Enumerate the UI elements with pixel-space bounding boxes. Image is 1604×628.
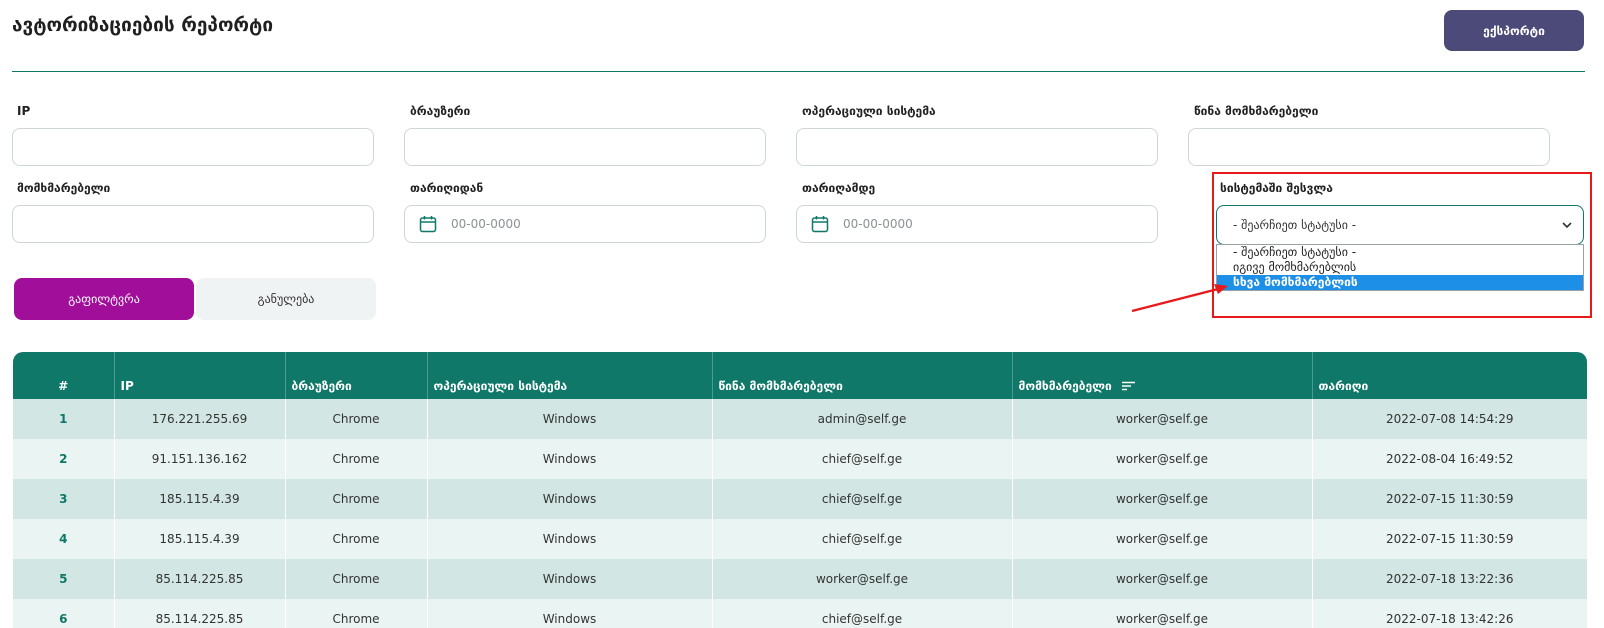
table-cell: Windows <box>426 599 712 628</box>
date-from-placeholder: 00-00-0000 <box>451 217 521 231</box>
prev-user-input[interactable] <box>1188 128 1550 166</box>
table-cell: 3 <box>13 479 114 519</box>
auth-table: # IP ბრაუზერი ოპერაციული სისტემა წინა მო… <box>13 352 1587 628</box>
table-cell: Chrome <box>284 399 427 439</box>
table-cell: Windows <box>426 479 712 519</box>
table-cell: Chrome <box>284 519 427 559</box>
table-row[interactable]: 4 185.115.4.39 Chrome Windows chief@self.ge w… <box>13 519 1587 559</box>
table-cell: 5 <box>13 559 114 599</box>
page-title: ავტორიზაციების რეპორტი <box>12 14 274 36</box>
date-from-label: თარიღიდან <box>410 181 484 195</box>
table-cell: worker@self.ge <box>1011 559 1312 599</box>
prev-user-label: წინა მომხმარებელი <box>1194 104 1319 118</box>
table-cell: worker@self.ge <box>1011 479 1312 519</box>
date-from-input[interactable]: 00-00-0000 <box>404 205 766 243</box>
column-header[interactable]: ბრაუზერი <box>284 352 427 399</box>
table-cell: chief@self.ge <box>711 439 1012 479</box>
table-cell: chief@self.ge <box>711 519 1012 559</box>
calendar-icon <box>419 216 437 233</box>
calendar-icon <box>811 216 829 233</box>
table-row[interactable]: 1 176.221.255.69 Chrome Windows admin@self.g… <box>13 399 1587 439</box>
table-cell: 2022-07-15 11:30:59 <box>1311 519 1587 559</box>
table-cell: 91.151.136.162 <box>113 439 285 479</box>
table-cell: worker@self.ge <box>1011 399 1312 439</box>
annotation-highlight-box <box>1212 172 1592 318</box>
table-cell: Chrome <box>284 479 427 519</box>
table-cell: 2022-07-18 13:22:36 <box>1311 559 1587 599</box>
table-cell: 2022-08-04 16:49:52 <box>1311 439 1587 479</box>
date-to-input[interactable]: 00-00-0000 <box>796 205 1158 243</box>
export-button[interactable]: ექსპორტი <box>1444 10 1584 51</box>
column-header-label: მომხმარებელი <box>1018 379 1112 393</box>
column-header[interactable]: წინა მომხმარებელი <box>711 352 1012 399</box>
table-body: 1 176.221.255.69 Chrome Windows admin@self.g… <box>13 399 1587 628</box>
table-cell: worker@self.ge <box>1011 519 1312 559</box>
table-cell: 2022-07-18 13:42:26 <box>1311 599 1587 628</box>
header-divider <box>12 71 1585 72</box>
table-cell: worker@self.ge <box>1011 439 1312 479</box>
table-cell: 1 <box>13 399 114 439</box>
table-cell: Windows <box>426 519 712 559</box>
table-cell: 6 <box>13 599 114 628</box>
filter-button[interactable]: გაფილტვრა <box>14 278 194 320</box>
column-header[interactable]: # <box>13 352 114 399</box>
table-cell: Windows <box>426 399 712 439</box>
table-cell: 185.115.4.39 <box>113 479 285 519</box>
table-cell: worker@self.ge <box>1011 599 1312 628</box>
os-input[interactable] <box>796 128 1158 166</box>
table-cell: chief@self.ge <box>711 479 1012 519</box>
table-cell: 185.115.4.39 <box>113 519 285 559</box>
table-cell: Windows <box>426 439 712 479</box>
table-row[interactable]: 6 85.114.225.85 Chrome Windows chief@self.ge… <box>13 599 1587 628</box>
table-cell: Chrome <box>284 599 427 628</box>
sort-icon[interactable] <box>1121 381 1135 392</box>
os-label: ოპერაციული სისტემა <box>802 104 936 118</box>
reset-button[interactable]: განულება <box>196 278 376 320</box>
ip-label: IP <box>17 104 31 118</box>
table-cell: chief@self.ge <box>711 599 1012 628</box>
table-row[interactable]: 2 91.151.136.162 Chrome Windows chief@self.g… <box>13 439 1587 479</box>
annotation-arrow <box>1131 284 1228 313</box>
ip-input[interactable] <box>12 128 374 166</box>
table-cell: 85.114.225.85 <box>113 559 285 599</box>
date-to-placeholder: 00-00-0000 <box>843 217 913 231</box>
table-cell: 2 <box>13 439 114 479</box>
table-header-row: # IP ბრაუზერი ოპერაციული სისტემა წინა მო… <box>13 352 1587 399</box>
column-header-user[interactable]: მომხმარებელი <box>1011 352 1312 399</box>
table-cell: 85.114.225.85 <box>113 599 285 628</box>
browser-label: ბრაუზერი <box>410 104 471 118</box>
user-label: მომხმარებელი <box>17 181 111 195</box>
table-row[interactable]: 5 85.114.225.85 Chrome Windows worker@self.g… <box>13 559 1587 599</box>
table-cell: worker@self.ge <box>711 559 1012 599</box>
table-cell: 176.221.255.69 <box>113 399 285 439</box>
table-row[interactable]: 3 185.115.4.39 Chrome Windows chief@self.ge w… <box>13 479 1587 519</box>
column-header[interactable]: IP <box>113 352 285 399</box>
user-input[interactable] <box>12 205 374 243</box>
date-to-label: თარიღამდე <box>802 181 876 195</box>
browser-input[interactable] <box>404 128 766 166</box>
table-cell: 2022-07-15 11:30:59 <box>1311 479 1587 519</box>
table-cell: 4 <box>13 519 114 559</box>
table-cell: Chrome <box>284 559 427 599</box>
table-cell: Chrome <box>284 439 427 479</box>
column-header[interactable]: თარიღი <box>1311 352 1587 399</box>
table-cell: 2022-07-08 14:54:29 <box>1311 399 1587 439</box>
table-cell: admin@self.ge <box>711 399 1012 439</box>
column-header[interactable]: ოპერაციული სისტემა <box>426 352 712 399</box>
table-cell: Windows <box>426 559 712 599</box>
